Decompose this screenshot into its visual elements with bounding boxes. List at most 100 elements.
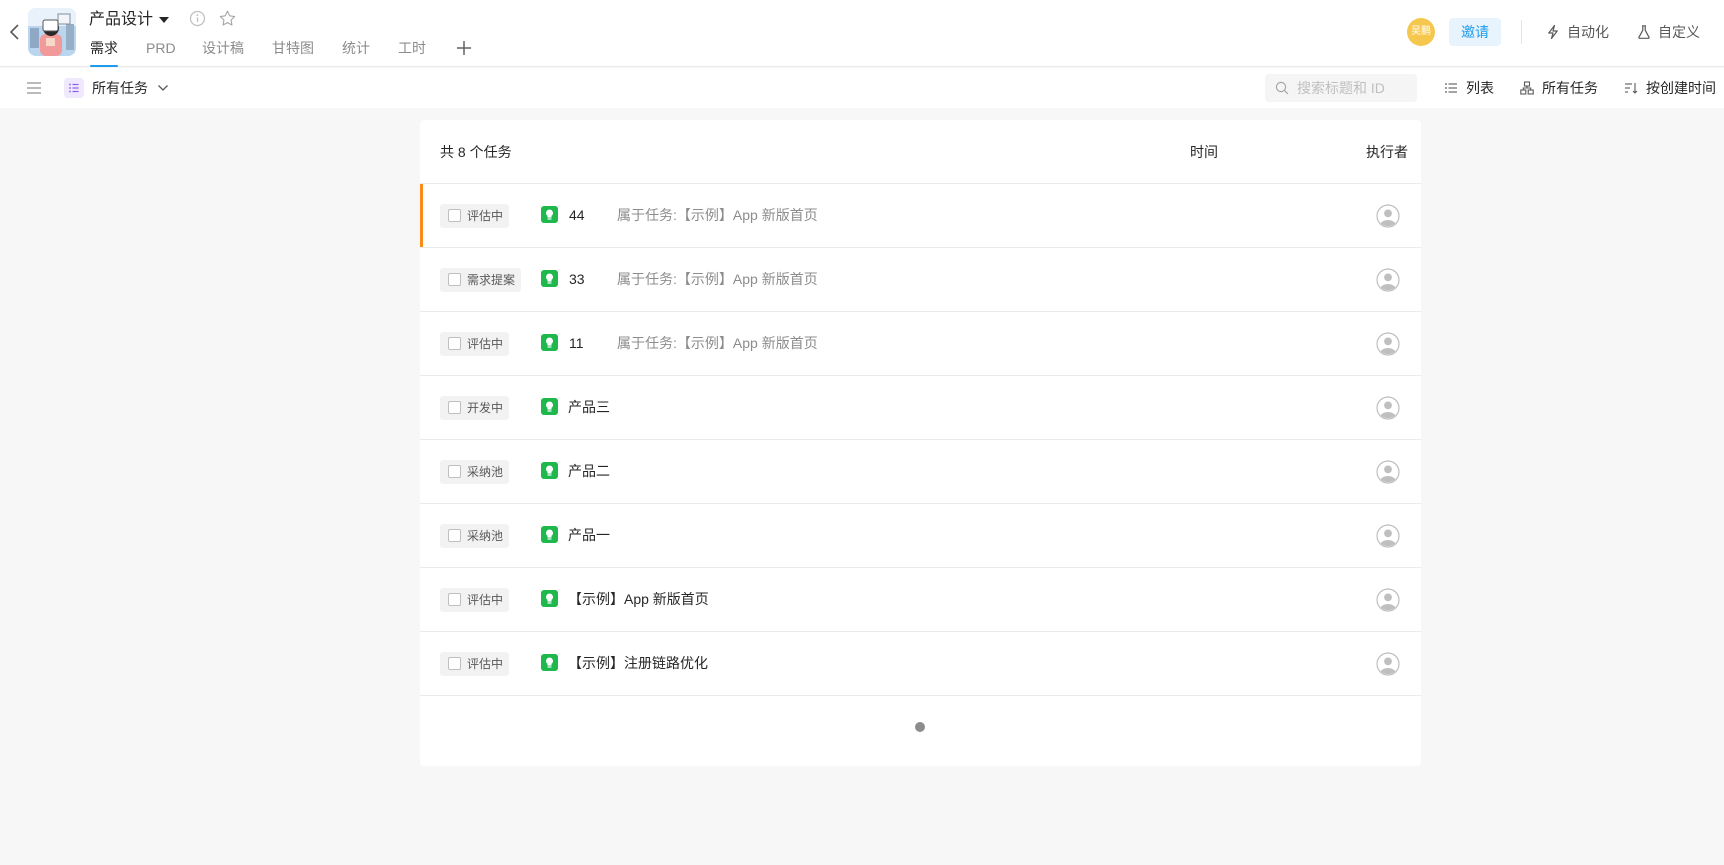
task-list-view-icon bbox=[64, 78, 84, 98]
requirement-icon bbox=[541, 334, 558, 351]
tab-design[interactable]: 设计稿 bbox=[202, 38, 244, 58]
parent-task-link[interactable]: 属于任务:【示例】App 新版首页 bbox=[617, 332, 818, 354]
automation-label: 自动化 bbox=[1567, 24, 1609, 40]
task-checkbox[interactable] bbox=[448, 529, 461, 542]
task-checkbox[interactable] bbox=[448, 657, 461, 670]
task-id[interactable]: 44 bbox=[569, 204, 585, 226]
assignee-avatar-icon[interactable] bbox=[1376, 268, 1400, 292]
task-title[interactable]: 产品二 bbox=[568, 460, 610, 482]
back-chevron-icon[interactable] bbox=[6, 20, 24, 44]
table-row[interactable]: 评估中 11 属于任务:【示例】App 新版首页 bbox=[420, 312, 1421, 376]
task-checkbox[interactable] bbox=[448, 401, 461, 414]
task-list-panel: 共 8 个任务 时间 执行者 评估中 44 属于任务:【示例】App 新版首页 … bbox=[420, 120, 1421, 766]
status-tag[interactable]: 评估中 bbox=[440, 204, 510, 228]
lightning-icon bbox=[1548, 24, 1558, 40]
requirement-icon bbox=[541, 462, 558, 479]
task-filter-label: 所有任务 bbox=[1542, 80, 1598, 96]
status-tag[interactable]: 需求提案 bbox=[440, 268, 522, 292]
assignee-avatar-icon[interactable] bbox=[1376, 524, 1400, 548]
task-id[interactable]: 11 bbox=[569, 332, 584, 354]
project-dropdown-caret-icon[interactable] bbox=[159, 17, 169, 23]
task-title[interactable]: 【示例】注册链路优化 bbox=[568, 652, 708, 674]
tab-label: 需求 bbox=[90, 40, 118, 56]
assignee-avatar-icon[interactable] bbox=[1376, 332, 1400, 356]
project-title[interactable]: 产品设计 bbox=[89, 9, 153, 31]
star-icon[interactable] bbox=[218, 9, 237, 28]
task-checkbox[interactable] bbox=[448, 273, 461, 286]
column-header-assignee[interactable]: 执行者 bbox=[1366, 141, 1408, 163]
add-tab-plus-icon[interactable] bbox=[456, 38, 472, 58]
status-label: 开发中 bbox=[467, 401, 504, 415]
task-checkbox[interactable] bbox=[448, 209, 461, 222]
header-divider bbox=[1521, 20, 1522, 44]
requirement-icon bbox=[541, 398, 558, 415]
column-header-time[interactable]: 时间 bbox=[1190, 141, 1218, 163]
sort-label: 按创建时间 bbox=[1646, 80, 1716, 96]
list-view-button[interactable]: 列表 bbox=[1444, 77, 1496, 99]
search-icon bbox=[1275, 81, 1289, 95]
task-checkbox[interactable] bbox=[448, 337, 461, 350]
task-title[interactable]: 产品三 bbox=[568, 396, 610, 418]
list-icon bbox=[1445, 83, 1457, 93]
status-tag[interactable]: 采纳池 bbox=[440, 460, 510, 484]
table-row[interactable]: 评估中 44 属于任务:【示例】App 新版首页 bbox=[420, 184, 1421, 248]
task-id[interactable]: 33 bbox=[569, 268, 585, 290]
parent-task-link[interactable]: 属于任务:【示例】App 新版首页 bbox=[617, 268, 818, 290]
requirement-icon bbox=[541, 526, 558, 543]
table-row[interactable]: 采纳池 产品一 bbox=[420, 504, 1421, 568]
tab-prd[interactable]: PRD bbox=[146, 38, 176, 58]
chevron-down-icon[interactable] bbox=[156, 81, 170, 95]
assignee-avatar-icon[interactable] bbox=[1376, 204, 1400, 228]
status-tag[interactable]: 开发中 bbox=[440, 396, 510, 420]
requirement-icon bbox=[541, 206, 558, 223]
tab-requirements[interactable]: 需求 bbox=[90, 38, 118, 67]
assignee-avatar-icon[interactable] bbox=[1376, 588, 1400, 612]
status-label: 评估中 bbox=[467, 593, 504, 607]
active-tab-indicator bbox=[90, 65, 118, 67]
task-list-header: 共 8 个任务 时间 执行者 bbox=[420, 120, 1421, 184]
parent-task-link[interactable]: 属于任务:【示例】App 新版首页 bbox=[617, 204, 818, 226]
status-label: 需求提案 bbox=[467, 273, 516, 287]
invite-button[interactable]: 邀请 bbox=[1449, 18, 1501, 46]
assignee-avatar-icon[interactable] bbox=[1376, 396, 1400, 420]
table-row[interactable]: 采纳池 产品二 bbox=[420, 440, 1421, 504]
status-label: 评估中 bbox=[467, 209, 504, 223]
hierarchy-icon bbox=[1520, 81, 1534, 95]
assignee-avatar-icon[interactable] bbox=[1376, 460, 1400, 484]
info-icon[interactable] bbox=[189, 10, 206, 27]
table-row[interactable]: 开发中 产品三 bbox=[420, 376, 1421, 440]
sort-button[interactable]: 按创建时间 bbox=[1624, 77, 1719, 99]
status-label: 评估中 bbox=[467, 657, 504, 671]
flask-icon bbox=[1638, 25, 1650, 39]
table-row[interactable]: 需求提案 33 属于任务:【示例】App 新版首页 bbox=[420, 248, 1421, 312]
assignee-avatar-icon[interactable] bbox=[1376, 652, 1400, 676]
table-row[interactable]: 评估中 【示例】注册链路优化 bbox=[420, 632, 1421, 696]
status-tag[interactable]: 评估中 bbox=[440, 588, 510, 612]
sort-icon bbox=[1625, 83, 1638, 94]
task-title[interactable]: 产品一 bbox=[568, 524, 610, 546]
hamburger-menu-icon[interactable] bbox=[26, 80, 42, 96]
loading-indicator bbox=[915, 722, 925, 732]
task-checkbox[interactable] bbox=[448, 465, 461, 478]
list-view-label: 列表 bbox=[1466, 80, 1494, 96]
project-logo[interactable] bbox=[28, 8, 76, 56]
top-header: 产品设计 需求 PRD 设计稿 甘特图 统计 工时 吴鹏 邀请 自动化 自定义 bbox=[0, 0, 1724, 67]
task-filter-button[interactable]: 所有任务 bbox=[1520, 77, 1600, 99]
requirement-icon bbox=[541, 590, 558, 607]
status-tag[interactable]: 采纳池 bbox=[440, 524, 510, 548]
tab-gantt[interactable]: 甘特图 bbox=[272, 38, 314, 58]
search-input[interactable] bbox=[1297, 78, 1413, 98]
tab-worktime[interactable]: 工时 bbox=[398, 38, 426, 58]
customize-label: 自定义 bbox=[1658, 24, 1700, 40]
automation-button[interactable]: 自动化 bbox=[1545, 21, 1623, 43]
view-selector[interactable]: 所有任务 bbox=[92, 77, 148, 99]
status-label: 采纳池 bbox=[467, 465, 504, 479]
status-tag[interactable]: 评估中 bbox=[440, 652, 510, 676]
status-tag[interactable]: 评估中 bbox=[440, 332, 510, 356]
task-checkbox[interactable] bbox=[448, 593, 461, 606]
customize-button[interactable]: 自定义 bbox=[1636, 21, 1706, 43]
table-row[interactable]: 评估中 【示例】App 新版首页 bbox=[420, 568, 1421, 632]
tab-statistics[interactable]: 统计 bbox=[342, 38, 370, 58]
task-title[interactable]: 【示例】App 新版首页 bbox=[568, 588, 709, 610]
user-avatar[interactable]: 吴鹏 bbox=[1407, 18, 1435, 46]
